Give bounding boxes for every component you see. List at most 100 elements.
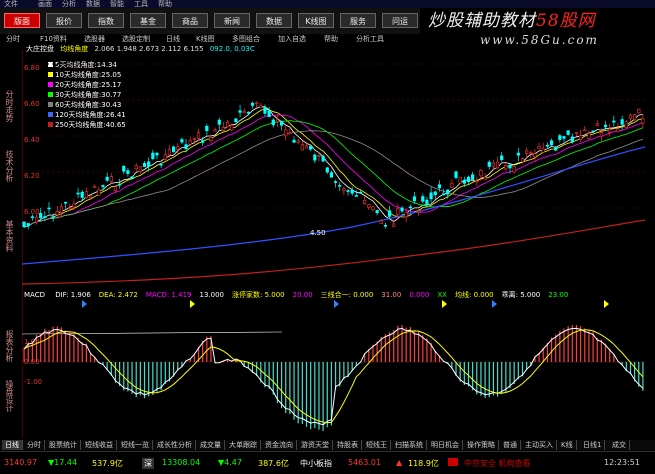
candle-body (288, 132, 292, 135)
candle-body (130, 176, 134, 179)
candle-body (508, 164, 512, 169)
left-sidebar: 分时走势 技术分析 基本资料 报表分析 操盘设计 (0, 50, 23, 438)
candle-body (171, 146, 176, 153)
alert-icon[interactable] (448, 458, 458, 466)
bottom-tab[interactable]: 普通 (500, 440, 521, 450)
left-sidebar-item-4[interactable]: 报表分析 (4, 330, 15, 362)
toolbar-button-kline[interactable]: K线图 (298, 13, 334, 28)
candle-body (641, 118, 645, 124)
candle-body (566, 130, 570, 135)
tab-custom-pick[interactable]: 选股定制 (122, 34, 150, 44)
watermark-url: www.58Gu.com (480, 33, 599, 47)
notice-text[interactable]: 中京安全 机构查看 (464, 458, 531, 469)
bottom-tab[interactable]: 日线1 (580, 440, 606, 450)
bottom-tab[interactable]: 日线 (2, 440, 23, 450)
toolbar: 版面 报价 指数 基金 商品 新闻 数据 K线图 服务 问运 (0, 8, 420, 34)
low-price-label: 4.50 (310, 229, 326, 237)
candle-body (466, 176, 471, 182)
bottom-tab[interactable]: 操作策略 (464, 440, 499, 450)
candle-body (250, 102, 255, 106)
toolbar-button-layout[interactable]: 版面 (4, 13, 40, 28)
toolbar-button-service[interactable]: 服务 (340, 13, 376, 28)
candle-body (284, 129, 288, 137)
candle-body (483, 176, 487, 180)
candle-body (55, 211, 59, 216)
moving-average-line (24, 108, 643, 228)
candle-body (126, 170, 130, 174)
index1-value: 3140.97 (4, 458, 38, 467)
candle-body (296, 140, 300, 143)
candle-body (417, 210, 421, 213)
candle-body (574, 132, 579, 134)
toolbar-button-data[interactable]: 数据 (256, 13, 292, 28)
toolbar-button-index[interactable]: 指数 (88, 13, 124, 28)
candle-body (59, 206, 64, 213)
candle-body (479, 170, 483, 177)
candle-body (142, 163, 147, 167)
left-sidebar-item-5[interactable]: 操盘设计 (4, 380, 15, 412)
bottom-tab[interactable]: 成交量 (197, 440, 225, 450)
candle-body (163, 154, 167, 160)
bottom-tab[interactable]: 大单跟踪 (226, 440, 261, 450)
bottom-tab[interactable]: 持股表 (334, 440, 362, 450)
bottom-tab[interactable]: 短线一览 (118, 440, 153, 450)
bottom-tab[interactable]: 扫描系统 (392, 440, 427, 450)
toolbar-button-quote[interactable]: 报价 (46, 13, 82, 28)
bottom-tab[interactable]: 短线收益 (82, 440, 117, 450)
site-watermark: 炒股辅助教材58股网 www.58Gu.com (420, 6, 655, 52)
candle-body (267, 110, 271, 118)
tab-multi-chart[interactable]: 多图组合 (232, 34, 260, 44)
tab-analysis-tools[interactable]: 分析工具 (356, 34, 384, 44)
index3-value: 5463.01 (348, 458, 382, 467)
bottom-tab[interactable]: K线 (558, 440, 577, 450)
bottom-tab[interactable]: 股票统计 (46, 440, 81, 450)
left-sidebar-item-2[interactable]: 技术分析 (4, 150, 15, 182)
bottom-tab[interactable]: 分时 (24, 440, 45, 450)
candle-body (180, 139, 184, 143)
signal-marker (604, 300, 609, 308)
bottom-tab[interactable]: 资金流向 (262, 440, 297, 450)
index1-tag[interactable]: 深 (142, 458, 154, 469)
candle-body (147, 161, 151, 167)
toolbar-button-fund[interactable]: 基金 (130, 13, 166, 28)
bottom-tab[interactable]: 短线王 (363, 440, 391, 450)
macd-chart[interactable] (22, 300, 645, 438)
candle-body (167, 149, 172, 156)
candle-body (279, 121, 284, 126)
candle-body (338, 185, 342, 187)
sub-indicator-info: MACD DIF: 1.906 DEA: 2.472 MACD: 1.419 13.0… (24, 290, 568, 300)
left-sidebar-item-1[interactable]: 分时走势 (4, 90, 15, 122)
candle-body (22, 221, 26, 228)
toolbar-button-commodity[interactable]: 商品 (172, 13, 208, 28)
kline-chart[interactable] (22, 52, 645, 288)
bottom-tab[interactable]: 成交 (609, 440, 630, 450)
candle-body (570, 136, 574, 143)
toolbar-button-ask[interactable]: 问运 (382, 13, 418, 28)
candle-body (525, 150, 529, 154)
bottom-tab[interactable]: 游资天堂 (298, 440, 333, 450)
sub-indicator-value: MACD: 1.419 (145, 291, 192, 299)
tab-intraday[interactable]: 分时 (6, 34, 20, 44)
dif-line (23, 327, 644, 426)
tab-f10[interactable]: F10资料 (40, 34, 67, 44)
tab-kline[interactable]: K线图 (196, 34, 215, 44)
bottom-tab[interactable]: 主动买入 (522, 440, 557, 450)
candle-body (491, 162, 496, 167)
tab-add-watchlist[interactable]: 加入自选 (278, 34, 306, 44)
candle-body (118, 183, 122, 186)
candle-body (242, 111, 246, 114)
candle-body (537, 146, 541, 149)
tab-help[interactable]: 帮助 (324, 34, 338, 44)
tab-daily[interactable]: 日线 (166, 34, 180, 44)
bottom-tab[interactable]: 成长性分析 (154, 440, 196, 450)
candle-body (392, 223, 396, 227)
tab-stock-picker[interactable]: 选股器 (84, 34, 105, 44)
toolbar-button-news[interactable]: 新闻 (214, 13, 250, 28)
candle-body (138, 166, 142, 173)
candle-body (209, 137, 213, 141)
bottom-tab[interactable]: 明日机会 (428, 440, 463, 450)
candle-body (176, 146, 180, 150)
left-sidebar-item-3[interactable]: 基本资料 (4, 220, 15, 252)
signal-marker (334, 300, 339, 308)
watermark-title: 炒股辅助教材58股网 (428, 11, 596, 31)
